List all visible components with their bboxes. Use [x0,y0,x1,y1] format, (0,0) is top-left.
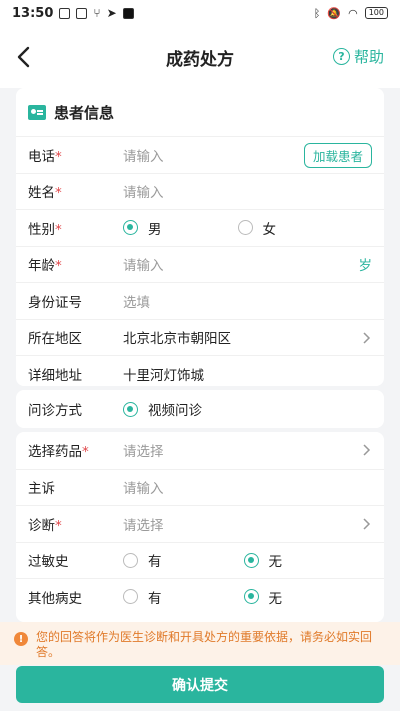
drugs-label: 选择药品* [28,444,89,461]
age-unit: 岁 [358,258,373,275]
gender-female-radio[interactable]: 女 [237,218,276,238]
name-input[interactable]: 请输入 [123,181,164,201]
id-card-icon [28,104,46,120]
name-row: 姓名* 请输入 [16,172,384,210]
mute-icon: 🔕 [327,6,342,20]
idcard-input[interactable]: 选填 [123,291,150,311]
allergy-yes-radio[interactable]: 有 [123,550,162,570]
load-patient-button[interactable]: 加载患者 [303,143,372,168]
age-input[interactable]: 请输入 [123,254,164,274]
complaint-label: 主诉 [28,481,55,498]
gender-row: 性别* 男 女 [16,209,384,246]
patient-info-title: 患者信息 [54,103,115,122]
status-time: 13:50 [12,5,54,21]
allergy-row: 过敏史 有 无 [16,541,384,579]
address-label: 详细地址 [28,367,82,384]
notice-text: 您的回答将作为医生诊断和开具处方的重要依据，请务必如实回答。 [36,630,373,659]
gender-label: 性别* [28,221,62,238]
diagnosis-row[interactable]: 诊断* 请选择 [16,505,384,542]
notification-icon [59,7,71,19]
wifi-icon: ◠ [348,6,358,20]
diagnosis-label: 诊断* [28,517,62,534]
status-bar: 13:50 ⑂ ➤ ᛒ 🔕 ◠ 100 [0,0,400,26]
nav-bar: 成药处方 ? 帮助 [0,26,400,88]
region-value: 北京北京市朝阳区 [123,331,231,348]
idcard-row: 身份证号 选填 [16,282,384,319]
consult-method-label: 问诊方式 [28,403,82,419]
battery-icon: 100 [364,7,388,19]
notice-banner: ! 您的回答将作为医生诊断和开具处方的重要依据，请务必如实回答。 [0,622,400,665]
name-label: 姓名* [28,185,62,202]
send-icon: ➤ [106,6,117,20]
other-history-yes-radio[interactable]: 有 [123,587,162,607]
diagnosis-select: 请选择 [123,517,164,534]
gender-male-radio[interactable]: 男 [123,218,162,238]
idcard-label: 身份证号 [28,294,82,311]
medical-info-card: 选择药品* 请选择 主诉 请输入 诊断* 请选择 过敏史 有 无 其他病史 有 … [16,432,384,622]
radio-selected-icon [243,589,259,605]
drugs-select: 请选择 [123,444,164,461]
help-label: 帮助 [353,48,384,66]
phone-row: 电话* 请输入 加载患者 [16,136,384,173]
region-label: 所在地区 [28,331,82,348]
chevron-right-icon [363,518,371,530]
complaint-input[interactable]: 请输入 [123,477,164,497]
patient-info-card: 患者信息 电话* 请输入 加载患者 姓名* 请输入 性别* 男 女 年龄* 请输… [16,88,384,386]
video-consult-radio[interactable]: 视频问诊 [123,399,202,419]
tiktok-icon [122,7,134,19]
consult-method-row: 问诊方式 视频问诊 [16,390,384,428]
page-title: 成药处方 [166,49,234,70]
phone-label: 电话* [28,148,62,165]
other-history-row: 其他病史 有 无 [16,578,384,615]
other-history-label: 其他病史 [28,590,82,607]
drugs-row[interactable]: 选择药品* 请选择 [16,432,384,469]
age-label: 年龄* [28,258,62,275]
radio-unselected-icon [123,589,138,605]
radio-selected-icon [243,552,259,568]
consult-method-card: 问诊方式 视频问诊 [16,390,384,428]
phone-input[interactable]: 请输入 [123,145,164,165]
complaint-row: 主诉 请输入 [16,468,384,506]
radio-selected-icon [123,401,138,417]
address-row: 详细地址 十里河灯饰城 [16,355,384,386]
other-history-no-radio[interactable]: 无 [243,587,282,607]
radio-unselected-icon [237,220,253,236]
back-arrow-icon[interactable] [14,44,36,70]
warning-icon: ! [14,632,28,646]
region-row[interactable]: 所在地区 北京北京市朝阳区 [16,318,384,356]
help-button[interactable]: ? 帮助 [332,46,384,67]
allergy-no-radio[interactable]: 无 [243,550,282,570]
chevron-right-icon [363,444,371,456]
submit-button[interactable]: 确认提交 [16,666,384,703]
allergy-label: 过敏史 [28,554,69,571]
radio-selected-icon [123,220,138,236]
question-icon: ? [332,48,350,65]
radio-unselected-icon [123,552,138,568]
address-input[interactable]: 十里河灯饰城 [123,364,204,384]
usb-icon: ⑂ [93,6,101,20]
chevron-right-icon [363,331,371,344]
age-row: 年龄* 请输入 岁 [16,245,384,283]
bluetooth-icon: ᛒ [313,6,321,20]
patient-info-header: 患者信息 [16,88,384,136]
app-icon [76,7,88,19]
